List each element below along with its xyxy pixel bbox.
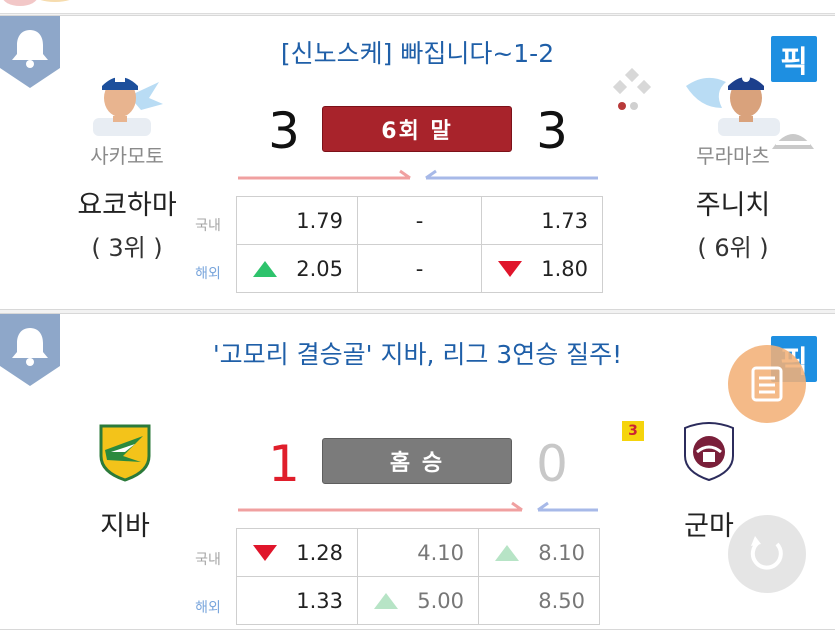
odds-table: 1.28 4.10 8.10 1.33 5.00 8.50 [236, 528, 600, 625]
odds-up-icon [253, 261, 277, 277]
momentum-arrows [238, 169, 598, 180]
odds-up-icon [495, 545, 519, 561]
home-team-name: 지바 [100, 511, 150, 542]
game-card-baseball[interactable]: 픽 [신노스케] 빠집니다~1-2 사카모토 요코하마 ( 3위 ) 무라마츠 … [0, 15, 835, 310]
odds-draw[interactable]: - [357, 196, 482, 245]
previous-card-edge [0, 0, 835, 14]
odds-down-icon [498, 261, 522, 277]
home-score: 1 [268, 435, 300, 493]
odds-row-domestic: 1.28 4.10 8.10 [236, 528, 600, 577]
odds-home-win[interactable]: 2.05 [236, 244, 358, 293]
overseas-label: 해외 [195, 266, 221, 282]
domestic-label: 국내 [195, 552, 221, 568]
odds-row-overseas: 2.05 - 1.80 [236, 244, 603, 293]
game-status[interactable]: 6회 말 [322, 106, 512, 152]
away-score: 0 [536, 435, 568, 493]
momentum-arrows [238, 501, 598, 512]
game-card-soccer[interactable]: 픽 '고모리 결승골' 지바, 리그 3연승 질주! 지바 군마 3 1 홈 승… [0, 313, 835, 630]
score-count-badge: 3 [622, 421, 644, 441]
odds-draw[interactable]: 5.00 [357, 576, 479, 625]
odds-row-domestic: 1.79 - 1.73 [236, 196, 603, 245]
game-headline[interactable]: '고모리 결승골' 지바, 리그 3연승 질주! [200, 337, 635, 373]
odds-table: 1.79 - 1.73 2.05 - 1.80 [236, 196, 603, 293]
stadium-dome-icon [772, 134, 814, 149]
odds-away-win[interactable]: 8.50 [478, 576, 600, 625]
away-team[interactable]: 무라마츠 주니치 ( 6위 ) [648, 56, 818, 263]
odds-row-overseas: 1.33 5.00 8.50 [236, 576, 600, 625]
thespa-gunma-logo [684, 422, 734, 482]
odds-away-win[interactable]: 1.73 [481, 196, 603, 245]
odds-home-win[interactable]: 1.28 [236, 528, 358, 577]
home-team[interactable]: 지바 [40, 422, 210, 543]
odds-away-win[interactable]: 1.80 [481, 244, 603, 293]
baystars-player-icon [93, 74, 163, 136]
game-status[interactable]: 홈 승 [322, 438, 512, 484]
odds-away-win[interactable]: 8.10 [478, 528, 600, 577]
odds-draw[interactable]: 4.10 [357, 528, 479, 577]
previous-card-image-peek [3, 0, 70, 6]
odds-source-labels: 국내 해외 [186, 202, 230, 298]
domestic-label: 국내 [195, 218, 221, 234]
notification-bell-icon[interactable] [0, 314, 60, 386]
home-score: 3 [268, 102, 300, 160]
jef-united-logo [99, 424, 151, 482]
document-icon [751, 366, 783, 402]
away-team-name: 주니치 [695, 190, 771, 221]
base-runner-diamond-icon [612, 68, 652, 110]
refresh-fab[interactable] [728, 515, 806, 593]
odds-home-win[interactable]: 1.33 [236, 576, 358, 625]
away-score: 3 [536, 102, 568, 160]
refresh-icon [750, 536, 783, 570]
home-pitcher: 사카모토 [90, 144, 164, 168]
odds-draw[interactable]: - [357, 244, 482, 293]
overseas-label: 해외 [195, 600, 221, 616]
score-feed: 픽 [신노스케] 빠집니다~1-2 사카모토 요코하마 ( 3위 ) 무라마츠 … [0, 0, 835, 630]
odds-home-win[interactable]: 1.79 [236, 196, 358, 245]
game-headline[interactable]: [신노스케] 빠집니다~1-2 [200, 36, 635, 72]
odds-source-labels: 국내 해외 [186, 536, 230, 629]
away-team-rank: ( 6위 ) [697, 234, 769, 262]
memo-fab[interactable] [728, 345, 806, 423]
odds-down-icon [253, 545, 277, 561]
odds-up-icon [374, 593, 398, 609]
